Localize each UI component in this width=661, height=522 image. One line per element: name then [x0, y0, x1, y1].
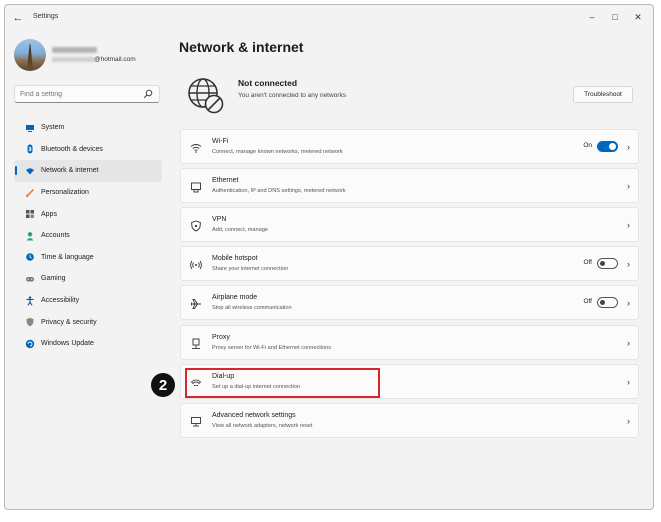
minimize-button[interactable]: –: [581, 9, 603, 25]
sidebar-item-privacy[interactable]: Privacy & security: [14, 311, 162, 333]
card-title: Airplane mode: [212, 294, 258, 301]
card-title: Advanced network settings: [212, 412, 296, 419]
sidebar-item-label: Windows Update: [41, 340, 94, 348]
card-mobile-hotspot[interactable]: Mobile hotspot Share your internet conne…: [180, 246, 639, 281]
wifi-icon: [25, 166, 35, 176]
apps-icon: [25, 209, 35, 219]
user-email-redacted: [52, 57, 94, 62]
dial-up-highlight: [185, 368, 380, 398]
card-description: Authentication, IP and DNS settings, met…: [212, 188, 346, 194]
monitor-icon: [25, 123, 35, 133]
close-button[interactable]: ✕: [627, 9, 649, 25]
chevron-right-icon: ›: [627, 181, 630, 191]
card-title: VPN: [212, 216, 227, 223]
card-title: Wi-Fi: [212, 138, 229, 145]
sidebar-item-label: Bluetooth & devices: [41, 145, 103, 153]
sidebar-item-label: Network & internet: [41, 167, 99, 175]
airplane-icon: [191, 299, 201, 309]
card-description: Connect, manage known networks, metered …: [212, 149, 343, 155]
sidebar-item-label: Accessibility: [41, 297, 80, 305]
airplane-toggle-state: Off: [583, 298, 592, 305]
avatar[interactable]: [14, 39, 46, 71]
page-title: Network & internet: [179, 39, 304, 55]
chevron-right-icon: ›: [627, 259, 630, 269]
sidebar-item-label: Time & language: [41, 253, 94, 261]
back-button[interactable]: ←: [11, 11, 25, 25]
sidebar-item-label: Apps: [41, 210, 57, 218]
sidebar-item-label: Gaming: [41, 275, 66, 283]
sidebar-item-label: Accounts: [41, 232, 70, 240]
person-icon: [25, 231, 35, 241]
ethernet-icon: [191, 182, 201, 193]
card-wifi[interactable]: Wi-Fi Connect, manage known networks, me…: [180, 129, 639, 164]
gamepad-icon: [25, 274, 35, 284]
step-number-badge: 2: [151, 373, 175, 397]
hotspot-icon: [190, 260, 202, 270]
wifi-toggle-state: On: [583, 142, 592, 149]
chevron-right-icon: ›: [627, 142, 630, 152]
app-title: Settings: [33, 13, 59, 20]
sidebar-item-system[interactable]: System: [14, 117, 162, 139]
accessibility-icon: [25, 295, 35, 306]
sidebar-nav: System Bluetooth & devices Network & int…: [14, 117, 162, 355]
chevron-right-icon: ›: [627, 298, 630, 308]
globe-disconnected-icon: [188, 78, 224, 114]
proxy-icon: [192, 338, 200, 349]
update-icon: [25, 339, 35, 349]
eiffel-tower-photo: [27, 44, 33, 69]
sidebar-item-time-language[interactable]: Time & language: [14, 247, 162, 269]
bluetooth-icon: [25, 144, 35, 154]
maximize-button[interactable]: □: [604, 9, 626, 25]
airplane-toggle[interactable]: [597, 297, 618, 308]
card-title: Ethernet: [212, 177, 239, 184]
card-description: Share your internet connection: [212, 266, 289, 272]
globe-clock-icon: [25, 252, 35, 262]
card-description: Stop all wireless communication: [212, 305, 292, 311]
sidebar-item-label: System: [41, 124, 65, 132]
sidebar-item-bluetooth[interactable]: Bluetooth & devices: [14, 139, 162, 161]
sidebar-item-personalization[interactable]: Personalization: [14, 182, 162, 204]
back-arrow-icon: ←: [12, 12, 24, 24]
wifi-icon: [190, 144, 202, 153]
sidebar-item-network[interactable]: Network & internet: [14, 160, 162, 182]
connection-status-title: Not connected: [238, 78, 298, 88]
chevron-right-icon: ›: [627, 377, 630, 387]
card-title: Mobile hotspot: [212, 255, 258, 262]
troubleshoot-button[interactable]: Troubleshoot: [573, 86, 633, 103]
sidebar-item-label: Personalization: [41, 189, 89, 197]
wifi-toggle[interactable]: [597, 141, 618, 152]
chevron-right-icon: ›: [627, 338, 630, 348]
shield-icon: [25, 317, 35, 327]
sidebar-item-apps[interactable]: Apps: [14, 203, 162, 225]
sidebar-item-windows-update[interactable]: Windows Update: [14, 333, 162, 355]
search-box[interactable]: [14, 85, 160, 103]
sidebar-item-accounts[interactable]: Accounts: [14, 225, 162, 247]
connection-status-description: You aren't connected to any networks: [238, 92, 346, 99]
card-description: View all network adapters, network reset: [212, 423, 313, 429]
title-bar: ← Settings – □ ✕: [5, 5, 653, 31]
card-description: Proxy server for Wi-Fi and Ethernet conn…: [212, 345, 332, 351]
brush-icon: [25, 188, 35, 198]
card-ethernet[interactable]: Ethernet Authentication, IP and DNS sett…: [180, 168, 639, 203]
card-vpn[interactable]: VPN Add, connect, manage ›: [180, 207, 639, 242]
card-airplane-mode[interactable]: Airplane mode Stop all wireless communic…: [180, 285, 639, 320]
hotspot-toggle-state: Off: [583, 259, 592, 266]
sidebar-item-gaming[interactable]: Gaming: [14, 268, 162, 290]
search-input[interactable]: [20, 88, 140, 100]
user-name-redacted: [52, 47, 97, 53]
chevron-right-icon: ›: [627, 220, 630, 230]
hotspot-toggle[interactable]: [597, 258, 618, 269]
user-email: @hotmail.com: [94, 56, 136, 63]
search-icon: [143, 89, 153, 99]
sidebar-item-accessibility[interactable]: Accessibility: [14, 290, 162, 312]
card-title: Proxy: [212, 334, 230, 341]
sidebar-item-label: Privacy & security: [41, 318, 97, 326]
card-advanced-network-settings[interactable]: Advanced network settings View all netwo…: [180, 403, 639, 438]
settings-window: ← Settings – □ ✕ @hotmail.com System: [4, 4, 654, 510]
chevron-right-icon: ›: [627, 416, 630, 426]
card-proxy[interactable]: Proxy Proxy server for Wi-Fi and Etherne…: [180, 325, 639, 360]
vpn-shield-icon: [191, 220, 201, 232]
card-description: Add, connect, manage: [212, 227, 268, 233]
advanced-network-icon: [191, 417, 201, 427]
